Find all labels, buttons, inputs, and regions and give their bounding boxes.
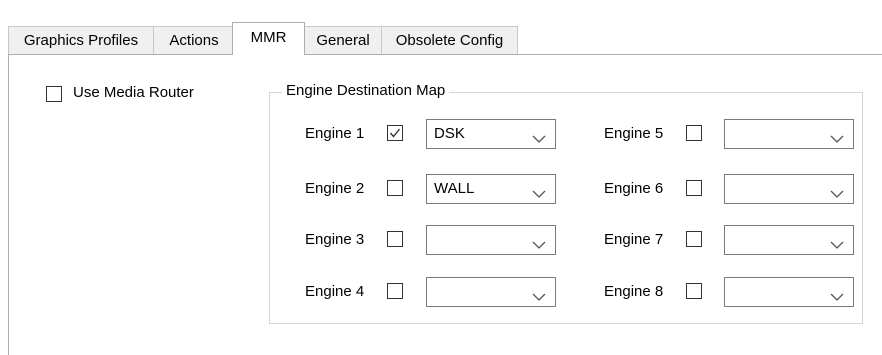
engine-6-checkbox[interactable]	[686, 180, 702, 196]
engine-7-destination-combo[interactable]	[724, 225, 854, 255]
chevron-down-icon	[532, 288, 546, 306]
engine-destination-map-title: Engine Destination Map	[282, 81, 450, 101]
engine-6-label: Engine 6	[604, 180, 664, 197]
engine-5-checkbox[interactable]	[686, 125, 702, 141]
engine-3-label: Engine 3	[305, 231, 365, 248]
chevron-down-icon	[532, 130, 546, 148]
tab-label: Graphics Profiles	[23, 32, 139, 49]
engine-8-checkbox[interactable]	[686, 283, 702, 299]
tab-label: General	[316, 32, 370, 49]
chevron-down-icon	[830, 185, 844, 203]
tab-graphics-profiles[interactable]: Graphics Profiles	[8, 26, 154, 54]
chevron-down-icon	[532, 236, 546, 254]
engine-1-destination-combo[interactable]: DSK	[426, 119, 556, 149]
chevron-down-icon	[830, 236, 844, 254]
engine-4-checkbox[interactable]	[387, 283, 403, 299]
engine-7-label: Engine 7	[604, 231, 664, 248]
engine-8-label: Engine 8	[604, 283, 664, 300]
chevron-down-icon	[830, 130, 844, 148]
tab-actions[interactable]: Actions	[153, 26, 235, 54]
engine-4-destination-combo[interactable]	[426, 277, 556, 307]
engine-2-label: Engine 2	[305, 180, 365, 197]
tab-obsolete-config[interactable]: Obsolete Config	[381, 26, 518, 54]
tab-mmr[interactable]: MMR	[232, 22, 305, 55]
chevron-down-icon	[830, 288, 844, 306]
tab-label: Actions	[169, 32, 219, 49]
engine-8-destination-combo[interactable]	[724, 277, 854, 307]
engine-1-destination-value: DSK	[434, 125, 465, 142]
engine-7-checkbox[interactable]	[686, 231, 702, 247]
engine-2-destination-combo[interactable]: WALL	[426, 174, 556, 204]
engine-2-destination-value: WALL	[434, 180, 475, 197]
engine-1-label: Engine 1	[305, 125, 365, 142]
engine-6-destination-combo[interactable]	[724, 174, 854, 204]
engine-3-checkbox[interactable]	[387, 231, 403, 247]
engine-1-checkbox[interactable]	[387, 125, 403, 141]
chevron-down-icon	[532, 185, 546, 203]
engine-2-checkbox[interactable]	[387, 180, 403, 196]
tab-general[interactable]: General	[304, 26, 382, 54]
engine-5-label: Engine 5	[604, 125, 664, 142]
engine-4-label: Engine 4	[305, 283, 365, 300]
tab-label: Obsolete Config	[395, 32, 504, 49]
engine-5-destination-combo[interactable]	[724, 119, 854, 149]
use-media-router-label: Use Media Router	[73, 84, 194, 101]
tab-label: MMR	[250, 29, 287, 46]
use-media-router-checkbox[interactable]	[46, 86, 62, 102]
mmr-settings-window: Graphics Profiles Actions MMR General Ob…	[0, 0, 882, 355]
engine-3-destination-combo[interactable]	[426, 225, 556, 255]
